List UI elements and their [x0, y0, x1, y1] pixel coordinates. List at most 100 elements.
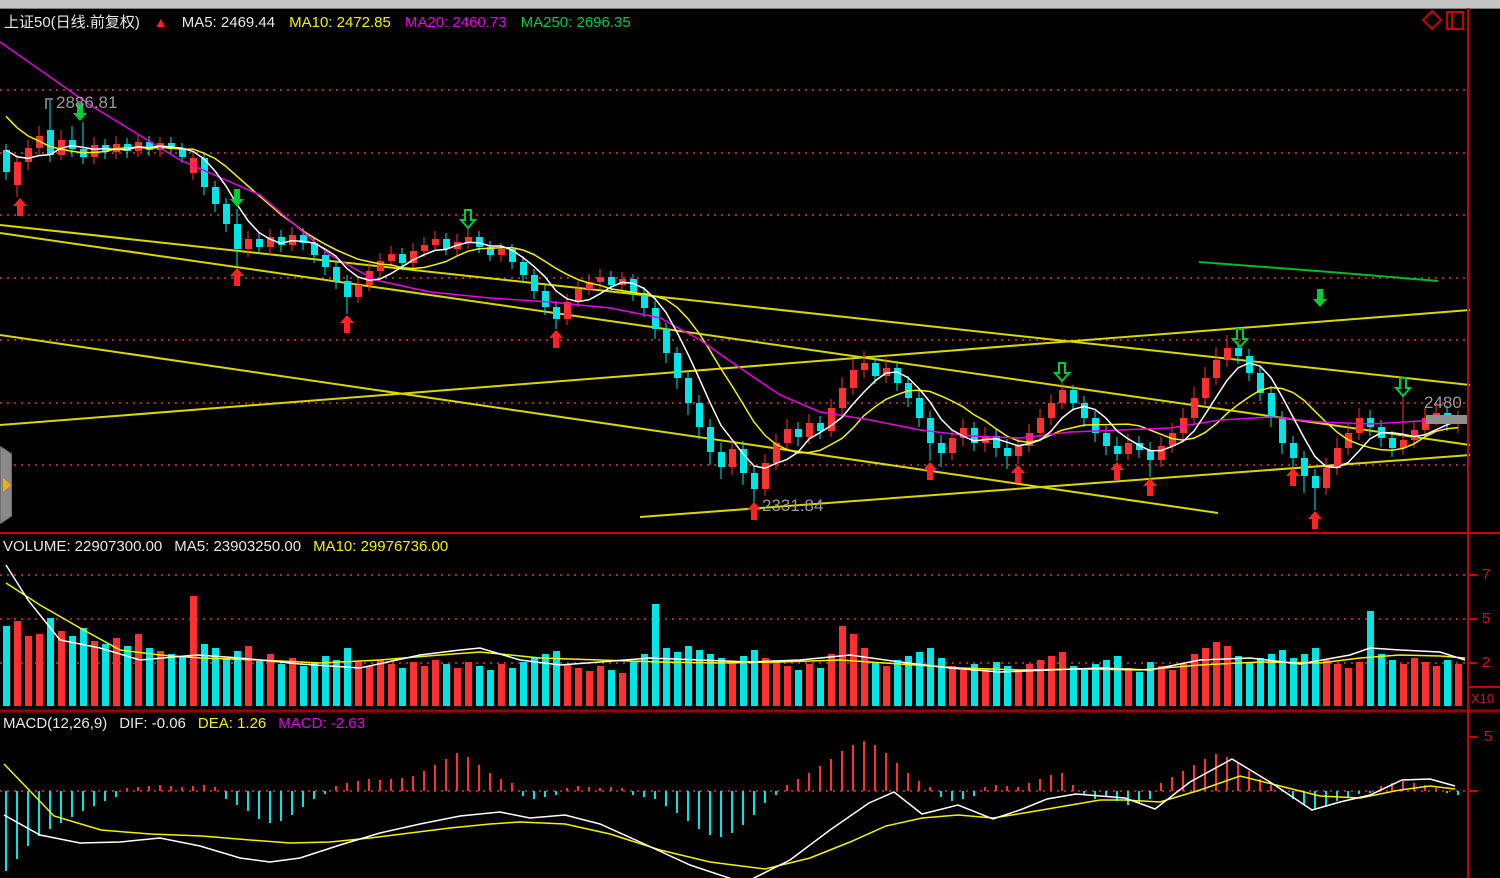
- volume-bar: [1246, 662, 1253, 706]
- candle-body: [465, 237, 472, 242]
- candle-body: [245, 239, 252, 249]
- symbol-title[interactable]: 上证50(日线.前复权): [4, 14, 140, 31]
- volume-bar: [201, 644, 208, 706]
- candle-body: [1158, 446, 1165, 460]
- volume-bar: [300, 666, 307, 706]
- ma10-value: MA10: 2472.85: [289, 14, 391, 31]
- candle-body: [1235, 348, 1242, 356]
- candle-body: [1004, 448, 1011, 456]
- volume-bar: [894, 660, 901, 706]
- sell-arrow-icon: [230, 189, 244, 207]
- volume-bar: [564, 664, 571, 706]
- candle-body: [432, 239, 439, 245]
- volume-bar: [179, 656, 186, 706]
- volume-bar: [256, 661, 263, 706]
- volume-bar: [91, 641, 98, 706]
- candle-body: [69, 140, 76, 149]
- candle-body: [520, 262, 527, 275]
- candle-body: [1059, 390, 1066, 403]
- volume-bar: [1279, 650, 1286, 706]
- candle-body: [542, 291, 549, 307]
- volume-bar: [1323, 660, 1330, 706]
- candle-body: [1048, 403, 1055, 418]
- volume-bar: [432, 660, 439, 706]
- volume-bar: [1048, 656, 1055, 706]
- candle-body: [1323, 468, 1330, 488]
- volume-bar: [729, 662, 736, 706]
- volume-bar: [795, 670, 802, 706]
- volume-bar: [388, 664, 395, 706]
- volume-ma10-value: MA10: 29976736.00: [313, 538, 448, 555]
- buy-arrow-icon: [747, 502, 761, 520]
- volume-bar: [1092, 664, 1099, 706]
- candle-body: [630, 279, 637, 293]
- volume-bar: [1433, 666, 1440, 706]
- volume-bar: [1455, 664, 1462, 706]
- volume-bar: [1070, 666, 1077, 706]
- volume-bar: [1257, 658, 1264, 706]
- volume-bar: [1015, 670, 1022, 706]
- volume-bar: [245, 646, 252, 706]
- volume-bar: [1378, 654, 1385, 706]
- candle-body: [333, 267, 340, 281]
- candle-body: [806, 423, 813, 437]
- volume-bar: [597, 666, 604, 706]
- candle-body: [1224, 348, 1231, 360]
- volume-bar: [1202, 648, 1209, 706]
- volume-bar: [1422, 662, 1429, 706]
- macd-value: MACD: -2.63: [278, 715, 365, 732]
- volume-bar: [25, 636, 32, 706]
- volume-bar: [146, 648, 153, 706]
- volume-bar: [938, 658, 945, 706]
- volume-bar: [817, 668, 824, 706]
- candle-body: [355, 285, 362, 297]
- volume-bar: [949, 666, 956, 706]
- macd-layer: [4, 741, 1458, 878]
- volume-bar: [1180, 664, 1187, 706]
- volume-bar: [410, 662, 417, 706]
- volume-bar: [1158, 666, 1165, 706]
- candle-body: [1389, 438, 1396, 448]
- volume-bar: [751, 650, 758, 706]
- volume-bar: [311, 662, 318, 706]
- candle-body: [872, 363, 879, 376]
- sell-arrow-hollow-icon: [1233, 329, 1247, 347]
- volume-ma5-value: MA5: 23903250.00: [174, 538, 301, 555]
- left-panel-expander[interactable]: [0, 446, 12, 524]
- candle-body: [949, 438, 956, 453]
- candle-body: [1334, 448, 1341, 468]
- candle-body: [1037, 418, 1044, 433]
- diamond-icon[interactable]: [1423, 11, 1441, 29]
- candle-body: [223, 204, 230, 224]
- volume-bar: [883, 666, 890, 706]
- volume-bar: [960, 670, 967, 706]
- candle-body: [1367, 418, 1374, 427]
- candle-body: [938, 443, 945, 453]
- ma-lines-layer: [0, 42, 1469, 468]
- volume-bar: [806, 664, 813, 706]
- volume-bar: [630, 662, 637, 706]
- volume-bar: [1169, 670, 1176, 706]
- candle-body: [729, 449, 736, 467]
- sell-arrow-hollow-icon: [461, 210, 475, 228]
- sell-arrow-icon: [1313, 289, 1327, 307]
- volume-bar: [80, 628, 87, 706]
- candle-body: [322, 255, 329, 267]
- volume-bar: [707, 654, 714, 706]
- candle-body: [817, 423, 824, 431]
- candle-body: [388, 254, 395, 261]
- volume-bar: [608, 670, 615, 706]
- candle-body: [47, 130, 54, 155]
- candle-body: [14, 162, 21, 185]
- volume-header: VOLUME: 22907300.00MA5: 23903250.00MA10:…: [3, 538, 460, 555]
- chart-canvas[interactable]: [0, 0, 1500, 878]
- volume-bar: [1103, 660, 1110, 706]
- volume-bar: [619, 673, 626, 706]
- volume-bar: [542, 654, 549, 706]
- volume-bar: [828, 654, 835, 706]
- candle-body: [1081, 403, 1088, 418]
- split-window-icon[interactable]: [1447, 12, 1463, 29]
- candle-body: [839, 388, 846, 408]
- candle-body: [916, 398, 923, 418]
- swing-low-label: 2331.84: [762, 496, 823, 516]
